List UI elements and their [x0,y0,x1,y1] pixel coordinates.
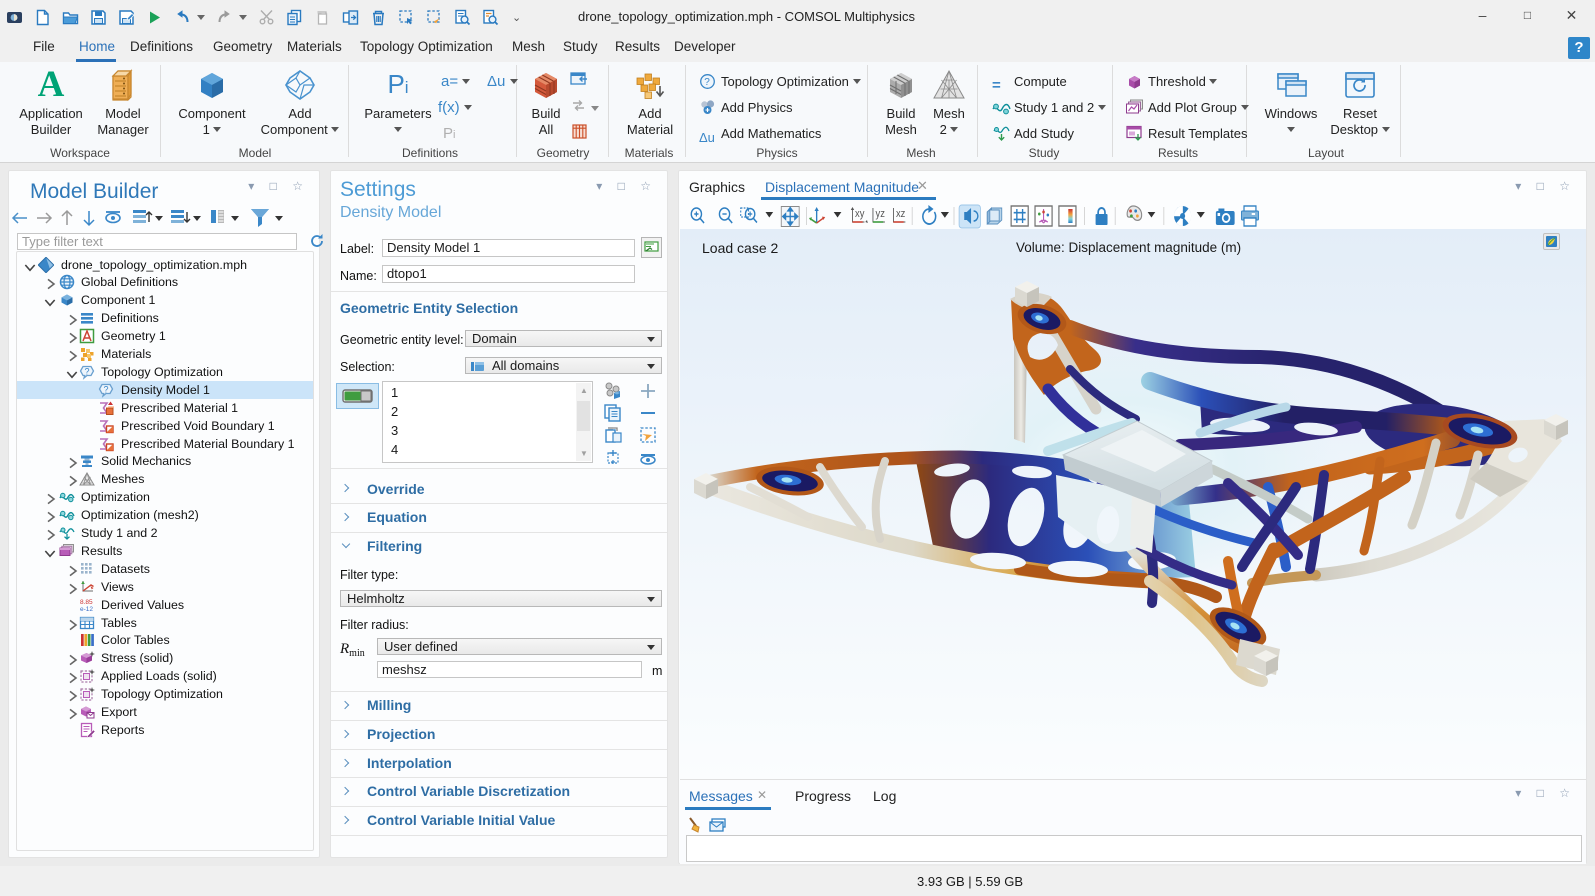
svg-text:8.85: 8.85 [80,599,93,606]
svg-text:?: ? [704,77,710,88]
svg-text:yz: yz [876,208,885,220]
svg-text:e-12: e-12 [80,606,93,613]
svg-text:?: ? [85,366,90,376]
svg-text:xz: xz [896,208,905,220]
svg-text:xy: xy [855,208,865,220]
svg-text:?: ? [104,384,109,394]
